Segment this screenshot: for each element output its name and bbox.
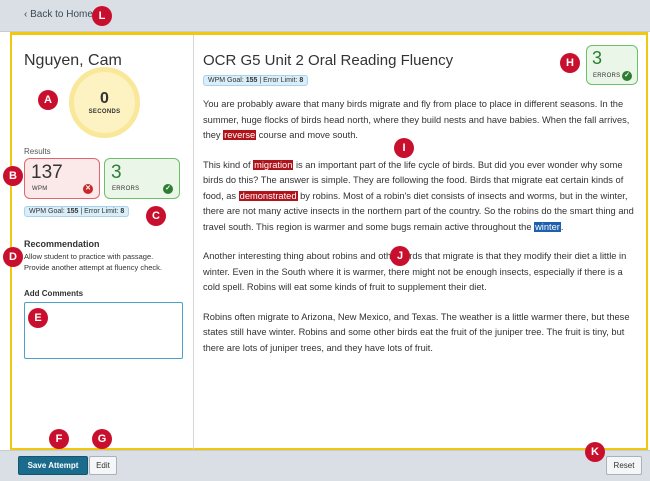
assessment-errors-label: ERRORS [593, 73, 621, 79]
error-limit-label: Error Limit: [263, 77, 298, 84]
callout-marker-l: L [92, 6, 112, 26]
wpm-result-box: 137 WPM ✕ [24, 158, 100, 199]
wpm-label: WPM [32, 186, 48, 192]
goal-separator: | [80, 208, 83, 215]
reset-button[interactable]: Reset [606, 456, 642, 475]
recommendation-line-1: Allow student to practice with passage. [24, 252, 154, 261]
assessment-errors-value: 3 [592, 48, 603, 68]
callout-marker-i: I [394, 138, 414, 158]
passage-paragraph-1: You are probably aware that many birds m… [203, 99, 630, 140]
passage-paragraph-3: Another interesting thing about robins a… [203, 251, 627, 292]
comments-label: Add Comments [24, 289, 84, 298]
chevron-left-icon: ‹ [24, 9, 28, 20]
panel-divider [193, 35, 194, 449]
timer-unit: SECONDS [88, 108, 121, 115]
edit-button[interactable]: Edit [89, 456, 117, 475]
callout-marker-b: B [3, 166, 23, 186]
goal-badge: WPM Goal: 155 | Error Limit: 8 [24, 206, 130, 217]
error-limit-value: 8 [120, 208, 125, 215]
callout-marker-k: K [585, 442, 605, 462]
wpm-goal-value: 155 [66, 208, 79, 215]
comments-textarea[interactable] [24, 302, 183, 359]
callout-marker-j: J [390, 246, 410, 266]
assessment-goal-badge: WPM Goal: 155 | Error Limit: 8 [203, 75, 309, 86]
callout-marker-c: C [146, 206, 166, 226]
callout-marker-a: A [38, 90, 58, 110]
back-to-home-link[interactable]: ‹ Back to Home [24, 9, 93, 20]
callout-marker-d: D [3, 247, 23, 267]
x-circle-icon: ✕ [83, 184, 93, 194]
wpm-goal-label: WPM Goal: [208, 77, 244, 84]
timer-value: 0 [100, 89, 109, 107]
errors-value: 3 [111, 162, 122, 183]
callout-marker-e: E [28, 308, 48, 328]
error-limit-label: Error Limit: [84, 208, 119, 215]
timer-circle: 0 SECONDS [69, 67, 140, 138]
errors-label: ERRORS [112, 186, 140, 192]
word-selected-winter[interactable]: winter [534, 221, 561, 232]
assessment-title: OCR G5 Unit 2 Oral Reading Fluency [203, 52, 454, 69]
save-attempt-button[interactable]: Save Attempt [18, 456, 88, 475]
passage-paragraph-4: Robins often migrate to Arizona, New Mex… [203, 311, 630, 353]
wpm-value: 137 [31, 162, 63, 183]
results-label: Results [24, 147, 51, 156]
reading-passage: You are probably aware that many birds m… [203, 97, 640, 370]
goal-separator: | [259, 77, 262, 84]
recommendation-title: Recommendation [24, 239, 100, 249]
check-circle-icon: ✓ [163, 184, 173, 194]
back-to-home-label: Back to Home [30, 9, 93, 20]
error-limit-value: 8 [299, 77, 304, 84]
assessment-errors-box: 3 ERRORS ✓ [586, 45, 638, 85]
check-circle-icon: ✓ [622, 71, 632, 81]
recommendation-text: Allow student to practice with passage. … [24, 251, 189, 273]
word-error-reverse[interactable]: reverse [223, 130, 257, 140]
wpm-goal-label: WPM Goal: [29, 208, 65, 215]
errors-result-box: 3 ERRORS ✓ [104, 158, 180, 199]
wpm-goal-value: 155 [245, 77, 258, 84]
callout-marker-f: F [49, 429, 69, 449]
word-error-migration[interactable]: migration [253, 159, 294, 170]
word-error-demonstrated[interactable]: demonstrated [238, 190, 298, 201]
callout-marker-g: G [92, 429, 112, 449]
recommendation-line-2: Provide another attempt at fluency check… [24, 263, 162, 272]
callout-marker-h: H [560, 53, 580, 73]
passage-paragraph-2: This kind of migration is an important p… [203, 159, 634, 232]
